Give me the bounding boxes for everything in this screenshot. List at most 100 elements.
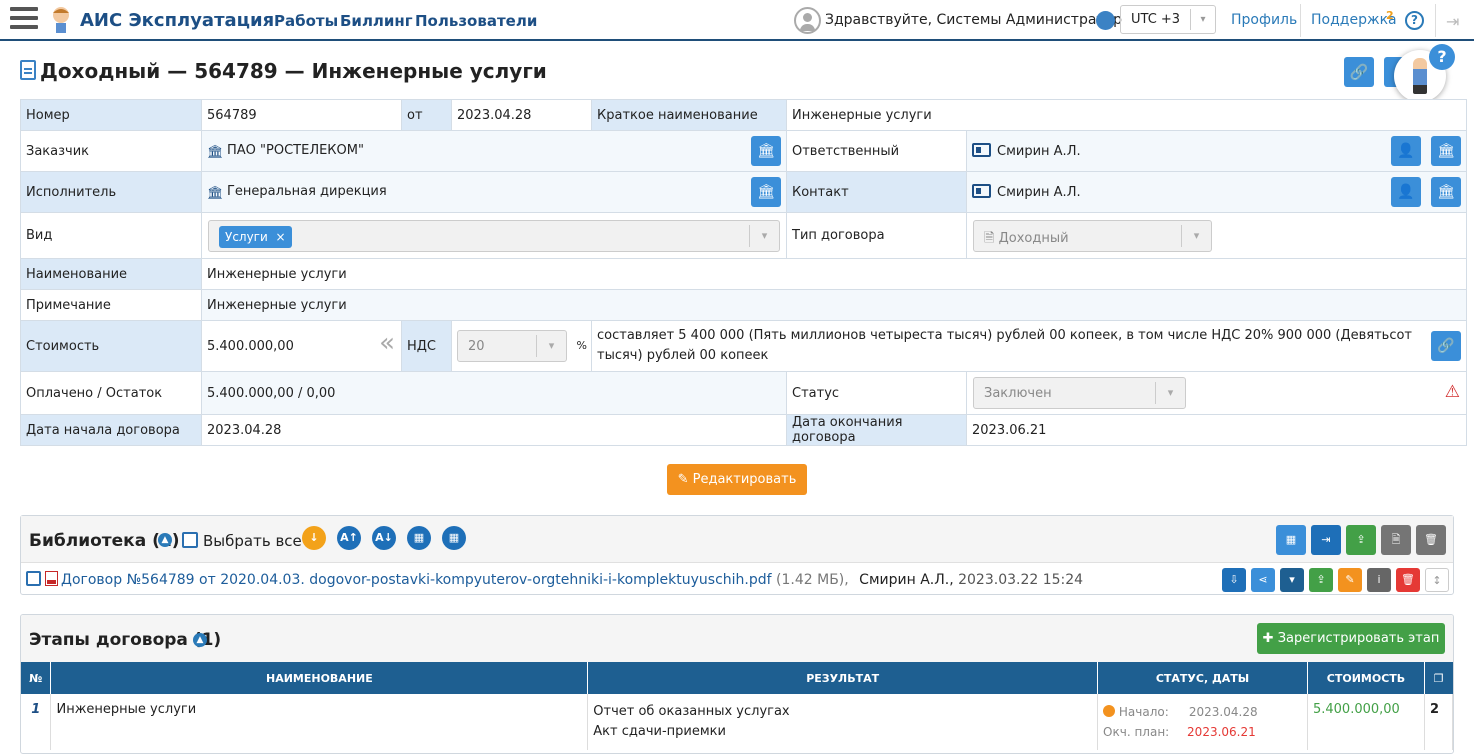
kind-cell: Услуги × ▾ xyxy=(201,212,787,259)
share-button[interactable]: ⋖ xyxy=(1251,568,1275,592)
column-header-name[interactable]: НАИМЕНОВАНИЕ xyxy=(50,662,589,694)
responsible-user-button[interactable]: 👤 xyxy=(1391,136,1421,166)
delete-all-button[interactable]: 🗑 xyxy=(1416,525,1446,555)
sort-alpha-down-icon[interactable]: A↓ xyxy=(372,526,396,550)
paid-label: Оплачено / Остаток xyxy=(20,371,202,415)
stage-start: 2023.04.28 xyxy=(1188,705,1258,719)
close-icon[interactable]: × xyxy=(275,230,285,244)
drag-handle[interactable]: ↕ xyxy=(1425,568,1449,592)
help-icon[interactable]: ? xyxy=(1405,11,1424,30)
number-label: Номер xyxy=(20,99,202,131)
support-link[interactable]: Поддержка xyxy=(1311,12,1397,28)
assistant-help-icon[interactable]: ? xyxy=(1429,44,1455,70)
copy-link-button[interactable]: 🔗 xyxy=(1431,331,1461,361)
date-value: 2023.04.28 xyxy=(451,99,592,131)
link-icon: 🔗 xyxy=(1349,63,1369,81)
nav-users[interactable]: Пользователи xyxy=(415,12,537,30)
sort-date-down-icon[interactable]: ▦ xyxy=(442,526,466,550)
customer-org-button[interactable]: 🏛 xyxy=(751,136,781,166)
sort-download-icon[interactable]: ↓ xyxy=(302,526,326,550)
contact-org-button[interactable]: 🏛 xyxy=(1431,177,1461,207)
document-icon: 🗎 xyxy=(984,230,999,246)
logout-icon[interactable]: ⇥ xyxy=(1446,12,1464,31)
file-upload-button[interactable]: ⇪ xyxy=(1309,568,1333,592)
register-stage-button[interactable]: ✚ Зарегистрировать этап xyxy=(1257,623,1445,654)
collapse-icon[interactable]: ▲ xyxy=(158,533,172,547)
stages-table: № НАИМЕНОВАНИЕ РЕЗУЛЬТАТ СТАТУС, ДАТЫ СТ… xyxy=(21,662,1453,750)
vat-select[interactable]: 20 ▾ xyxy=(457,330,567,362)
stage-result-2: Акт сдачи-приемки xyxy=(593,724,726,739)
contract-type-cell: 🗎 Доходный ▾ xyxy=(966,212,1467,259)
library-panel: Библиотека (1) ▲ Выбрать все ↓ A↑ A↓ ▦ ▦… xyxy=(20,515,1454,595)
kind-select[interactable]: Услуги × ▾ xyxy=(208,219,780,252)
app-name[interactable]: АИС Эксплуатация xyxy=(80,10,274,31)
export-icon: ⇥ xyxy=(1321,533,1331,546)
cost-value: 5.400.000,00 xyxy=(207,338,294,354)
cost-cell: 5.400.000,00 « xyxy=(201,320,402,372)
note-value: Инженерные услуги xyxy=(201,289,1467,321)
expand-button[interactable]: ▾ xyxy=(1280,568,1304,592)
responsible-value: Смирин А.Л. xyxy=(997,144,1081,159)
select-all-checkbox[interactable] xyxy=(182,532,198,548)
column-header-result[interactable]: РЕЗУЛЬТАТ xyxy=(587,662,1099,694)
double-chevron-left-icon[interactable]: « xyxy=(379,330,395,356)
sort-alpha-up-icon[interactable]: A↑ xyxy=(337,526,361,550)
contract-type-select[interactable]: 🗎 Доходный ▾ xyxy=(973,219,1212,252)
vat-cell: 20 ▾% xyxy=(451,320,592,372)
file-link[interactable]: Договор №564789 от 2020.04.03. dogovor-p… xyxy=(61,572,772,588)
chevron-down-icon: ▾ xyxy=(1289,573,1295,586)
library-file-row: Договор №564789 от 2020.04.03. dogovor-p… xyxy=(26,571,1083,588)
responsible-org-button[interactable]: 🏛 xyxy=(1431,136,1461,166)
menu-icon[interactable] xyxy=(10,7,38,33)
link-button[interactable]: 🔗 xyxy=(1344,57,1374,87)
timezone-select[interactable]: UTC +3 ▾ xyxy=(1120,5,1216,34)
stage-start-label: Начало: xyxy=(1118,705,1169,719)
file-delete-button[interactable]: 🗑 xyxy=(1396,568,1420,592)
grid-view-button[interactable]: ▦ xyxy=(1276,525,1306,555)
stage-count: 2 xyxy=(1424,694,1453,750)
stage-end-label: Окч. план: xyxy=(1103,725,1170,739)
stage-name: Инженерные услуги xyxy=(50,694,589,750)
column-header-num: № xyxy=(21,662,52,694)
from-label: от xyxy=(401,99,452,131)
end-date-value: 2023.06.21 xyxy=(966,414,1467,446)
export-button[interactable]: ⇥ xyxy=(1311,525,1341,555)
upload-button[interactable]: ⇪ xyxy=(1346,525,1376,555)
stage-result-1: Отчет об оказанных услугах xyxy=(593,704,790,719)
edit-button[interactable]: ✎ Редактировать xyxy=(667,464,807,495)
contact-user-button[interactable]: 👤 xyxy=(1391,177,1421,207)
chevron-down-icon: ▾ xyxy=(1155,382,1185,404)
pencil-icon: ✎ xyxy=(1345,573,1355,586)
sort-date-up-icon[interactable]: ▦ xyxy=(407,526,431,550)
grid-icon: ▦ xyxy=(1285,533,1297,546)
document-icon xyxy=(20,60,36,80)
chevron-down-icon: ▾ xyxy=(1190,9,1215,30)
mascot-logo-icon[interactable] xyxy=(49,5,73,35)
responsible-cell: Смирин А.Л. 👤 🏛 xyxy=(966,130,1467,172)
file-edit-button[interactable]: ✎ xyxy=(1338,568,1362,592)
table-row[interactable]: 1 Инженерные услуги Отчет об оказанных у… xyxy=(21,694,1453,750)
mascot-figure-icon xyxy=(1413,58,1427,94)
file-info-button[interactable]: i xyxy=(1367,568,1391,592)
user-avatar-icon xyxy=(794,7,821,34)
download-button[interactable]: ⇩ xyxy=(1222,568,1246,592)
nav-billing[interactable]: Биллинг xyxy=(340,12,413,30)
status-select[interactable]: Заключен ▾ xyxy=(973,377,1186,409)
collapse-icon[interactable]: ▲ xyxy=(193,633,207,647)
kind-tag-label: Услуги xyxy=(225,229,268,244)
file-checkbox[interactable] xyxy=(26,571,41,586)
register-stage-label: Зарегистрировать этап xyxy=(1277,631,1440,646)
nav-works[interactable]: Работы xyxy=(274,12,338,30)
profile-link[interactable]: Профиль xyxy=(1231,12,1297,28)
new-file-button[interactable]: 🗎 xyxy=(1381,525,1411,555)
executor-org-button[interactable]: 🏛 xyxy=(751,177,781,207)
vat-unit: % xyxy=(576,339,587,352)
bank-icon: 🏛 xyxy=(207,144,224,160)
name-value: Инженерные услуги xyxy=(201,258,1467,290)
cost-label: Стоимость xyxy=(20,320,202,372)
column-header-status[interactable]: СТАТУС, ДАТЫ xyxy=(1097,662,1308,694)
column-header-cost[interactable]: СТОИМОСТЬ xyxy=(1307,662,1425,694)
chevron-down-icon: ▾ xyxy=(536,335,566,357)
stage-num[interactable]: 1 xyxy=(21,694,52,750)
select-all-label: Выбрать все xyxy=(203,532,302,550)
